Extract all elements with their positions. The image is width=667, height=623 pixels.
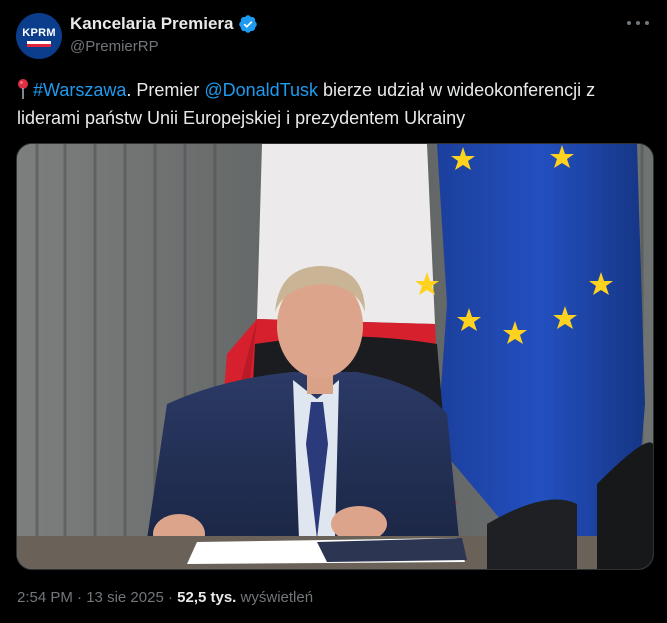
tweet-text-part: . Premier	[126, 80, 205, 100]
mention-link[interactable]: @DonaldTusk	[204, 80, 318, 100]
tweet-meta: 2:54 PM · 13 sie 2025 · 52,5 tys. wyświe…	[17, 589, 313, 606]
more-dot	[636, 21, 640, 25]
more-dots-icon[interactable]	[627, 14, 649, 32]
views-label: wyświetleń	[236, 589, 314, 606]
author-handle[interactable]: @PremierRP	[70, 38, 159, 55]
tweet-text: #Warszawa. Premier @DonaldTusk bierze ud…	[17, 76, 657, 132]
avatar-logo-text: KPRM	[22, 27, 56, 39]
hashtag-link[interactable]: #Warszawa	[33, 80, 126, 100]
meta-separator: ·	[72, 589, 87, 606]
more-dot	[627, 21, 631, 25]
views-count[interactable]: 52,5 tys.	[177, 589, 236, 606]
author-display-name[interactable]: Kancelaria Premiera	[70, 14, 234, 34]
round-pushpin-icon	[18, 79, 28, 99]
tweet-time[interactable]: 2:54 PM	[17, 589, 73, 606]
avatar[interactable]: KPRM	[16, 13, 62, 59]
verified-badge-icon	[238, 15, 257, 33]
meta-separator: ·	[163, 589, 178, 606]
author-name-row: Kancelaria Premiera	[70, 14, 258, 34]
tweet-photo[interactable]	[16, 143, 654, 570]
photo-illustration	[17, 144, 653, 569]
tweet-date[interactable]: 13 sie 2025	[86, 589, 164, 606]
more-dot	[645, 21, 649, 25]
avatar-logo-bar	[27, 41, 51, 47]
